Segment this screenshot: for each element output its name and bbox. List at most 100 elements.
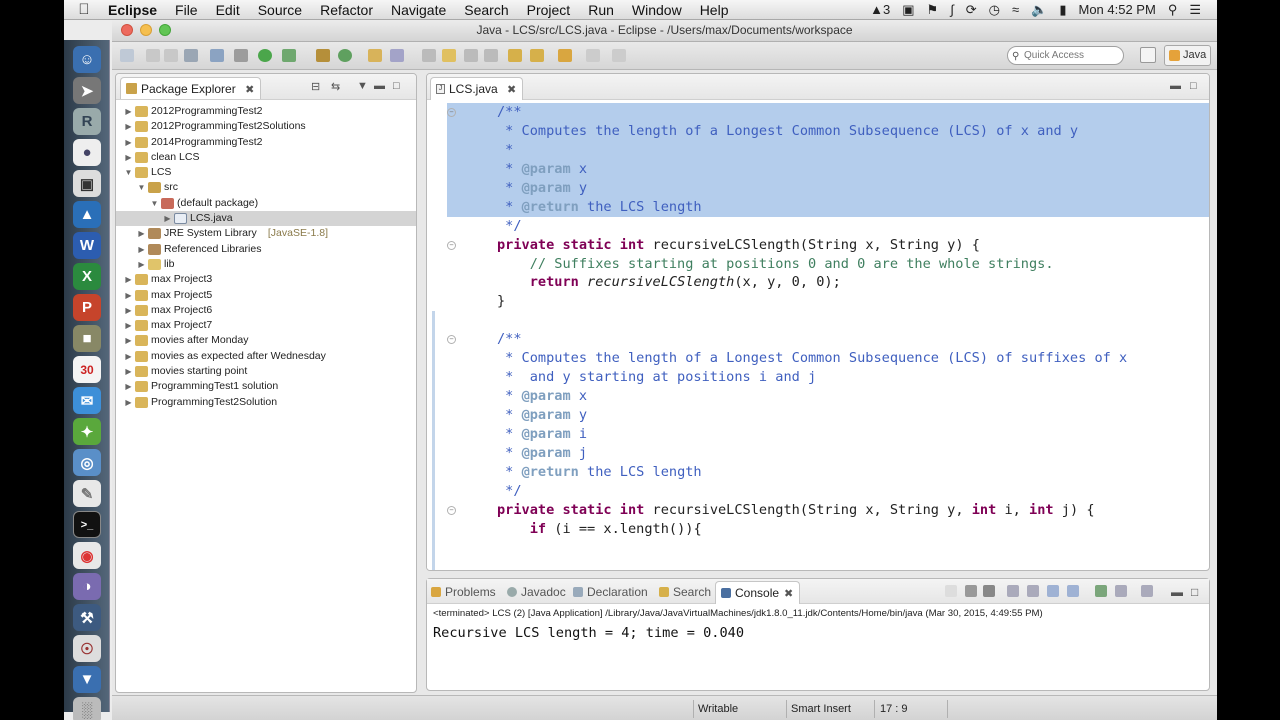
link-with-editor-icon[interactable]: ⇆: [331, 80, 340, 93]
menu-refactor[interactable]: Refactor: [311, 2, 382, 18]
collapsed-arrow-icon[interactable]: ▶: [124, 379, 133, 394]
menu-app-name[interactable]: Eclipse: [104, 2, 166, 18]
expanded-arrow-icon[interactable]: ▼: [137, 180, 146, 195]
collapsed-arrow-icon[interactable]: ▶: [124, 333, 133, 348]
collapsed-arrow-icon[interactable]: ▶: [124, 272, 133, 287]
collapsed-arrow-icon[interactable]: ▶: [124, 119, 133, 134]
expanded-arrow-icon[interactable]: ▼: [124, 165, 133, 180]
code-area[interactable]: − /** * Computes the length of a Longest …: [447, 103, 1209, 539]
toggle-breadcrumb-icon[interactable]: [422, 49, 436, 62]
xcode-icon[interactable]: ⚒: [73, 604, 101, 631]
tree-item[interactable]: ▼ (default package): [116, 196, 416, 211]
terminal-icon[interactable]: >_: [73, 511, 101, 538]
code-line[interactable]: if (i == x.length()){: [447, 520, 1209, 539]
view-menu-icon[interactable]: ▼: [357, 80, 368, 92]
r-icon[interactable]: R: [73, 108, 101, 135]
preview-icon[interactable]: ▣: [73, 170, 101, 197]
fold-toggle-icon[interactable]: −: [447, 505, 456, 515]
eclipse-icon[interactable]: ◑: [73, 573, 101, 600]
minimize-window-button[interactable]: [140, 24, 152, 36]
maps-icon[interactable]: ✦: [73, 418, 101, 445]
code-line[interactable]: − private static int recursiveLCSlength(S…: [447, 236, 1209, 255]
collapsed-arrow-icon[interactable]: ▶: [124, 150, 133, 165]
show-whitespace-icon[interactable]: [484, 49, 498, 62]
activity-icon[interactable]: ☉: [73, 635, 101, 662]
tab-console[interactable]: Console ✖: [715, 581, 801, 604]
tree-item[interactable]: ▶ 2012ProgrammingTest2Solutions: [116, 119, 416, 134]
open-type-icon[interactable]: [368, 49, 382, 62]
tab-declaration[interactable]: Declaration: [573, 585, 648, 599]
collapsed-arrow-icon[interactable]: ▶: [137, 257, 146, 272]
print-icon[interactable]: [184, 49, 198, 62]
run-icon[interactable]: [258, 49, 272, 62]
tree-item[interactable]: ▶ movies starting point: [116, 364, 416, 379]
finder-icon[interactable]: ☺: [73, 46, 101, 73]
pin-editor-icon[interactable]: [612, 49, 626, 62]
tree-item[interactable]: ▶ lib: [116, 257, 416, 272]
tree-item[interactable]: ▶ clean LCS: [116, 150, 416, 165]
code-line[interactable]: */: [447, 217, 1209, 236]
terminate-icon[interactable]: [945, 585, 957, 597]
photos-icon[interactable]: ■: [73, 325, 101, 352]
fold-toggle-icon[interactable]: −: [447, 335, 456, 345]
code-line[interactable]: }: [447, 292, 1209, 311]
clock[interactable]: Mon 4:52 PM: [1078, 2, 1155, 17]
battery-icon[interactable]: ▮: [1059, 2, 1066, 18]
code-line[interactable]: * @return the LCS length: [447, 197, 1209, 217]
time-machine-icon[interactable]: ◷: [989, 2, 1000, 18]
collapsed-arrow-icon[interactable]: ▶: [124, 303, 133, 318]
notes-icon[interactable]: ✎: [73, 480, 101, 507]
code-line[interactable]: */: [447, 482, 1209, 501]
back-icon[interactable]: [558, 49, 572, 62]
menu-file[interactable]: File: [166, 2, 207, 18]
forward-icon[interactable]: [586, 49, 600, 62]
list-icon[interactable]: ☰: [1189, 2, 1201, 18]
tab-search[interactable]: Search: [659, 585, 711, 599]
tab-problems[interactable]: Problems: [431, 585, 496, 599]
maximize-editor-icon[interactable]: □: [1190, 80, 1197, 92]
adobe-icon[interactable]: ▲3: [870, 2, 890, 17]
code-line[interactable]: * @param j: [447, 444, 1209, 463]
tab-lcs-java[interactable]: J LCS.java ✖: [430, 77, 524, 100]
menu-edit[interactable]: Edit: [207, 2, 249, 18]
fold-toggle-icon[interactable]: −: [447, 240, 456, 250]
menu-run[interactable]: Run: [579, 2, 623, 18]
tree-item[interactable]: ▶ max Project7: [116, 318, 416, 333]
code-line[interactable]: *: [447, 140, 1209, 160]
code-line[interactable]: [447, 311, 1209, 330]
new-class-icon[interactable]: [338, 49, 352, 62]
tree-item[interactable]: ▼ src: [116, 180, 416, 195]
word-icon[interactable]: W: [73, 232, 101, 259]
collapsed-arrow-icon[interactable]: ▶: [124, 395, 133, 410]
chrome-icon[interactable]: ◉: [73, 542, 101, 569]
code-line[interactable]: * Computes the length of a Longest Commo…: [447, 121, 1209, 141]
menu-navigate[interactable]: Navigate: [382, 2, 455, 18]
flag-icon[interactable]: ⚑: [927, 2, 939, 18]
save-icon[interactable]: [146, 49, 160, 62]
sync-icon[interactable]: ⟳: [966, 2, 977, 18]
tree-item[interactable]: ▶ 2014ProgrammingTest2: [116, 135, 416, 150]
code-line[interactable]: − private static int recursiveLCSlength(S…: [447, 501, 1209, 520]
previous-annotation-icon[interactable]: [530, 49, 544, 62]
scroll-lock-icon[interactable]: [1027, 585, 1039, 597]
trash-icon[interactable]: ░: [73, 697, 101, 720]
remove-launch-icon[interactable]: [965, 585, 977, 597]
minimize-console-icon[interactable]: ▬: [1171, 585, 1183, 599]
maximize-console-icon[interactable]: □: [1191, 585, 1198, 599]
tree-item[interactable]: ▼ LCS: [116, 165, 416, 180]
menu-window[interactable]: Window: [623, 2, 691, 18]
code-line[interactable]: * Computes the length of a Longest Commo…: [447, 349, 1209, 368]
code-line[interactable]: − /**: [447, 330, 1209, 349]
close-window-button[interactable]: [121, 24, 133, 36]
maximize-view-icon[interactable]: □: [393, 80, 400, 92]
next-annotation-icon[interactable]: [508, 49, 522, 62]
tree-item[interactable]: ▶ max Project6: [116, 303, 416, 318]
code-line[interactable]: // Suffixes starting at positions 0 and …: [447, 255, 1209, 274]
fold-toggle-icon[interactable]: −: [447, 108, 456, 117]
tree-item[interactable]: ▶ ProgrammingTest1 solution: [116, 379, 416, 394]
mail-icon[interactable]: ✉: [73, 387, 101, 414]
tree-item[interactable]: ▶ max Project3: [116, 272, 416, 287]
quick-access-input[interactable]: ⚲ Quick Access: [1007, 46, 1124, 65]
bluetooth-icon[interactable]: ∫: [950, 2, 954, 17]
collapsed-arrow-icon[interactable]: ▶: [163, 211, 172, 226]
